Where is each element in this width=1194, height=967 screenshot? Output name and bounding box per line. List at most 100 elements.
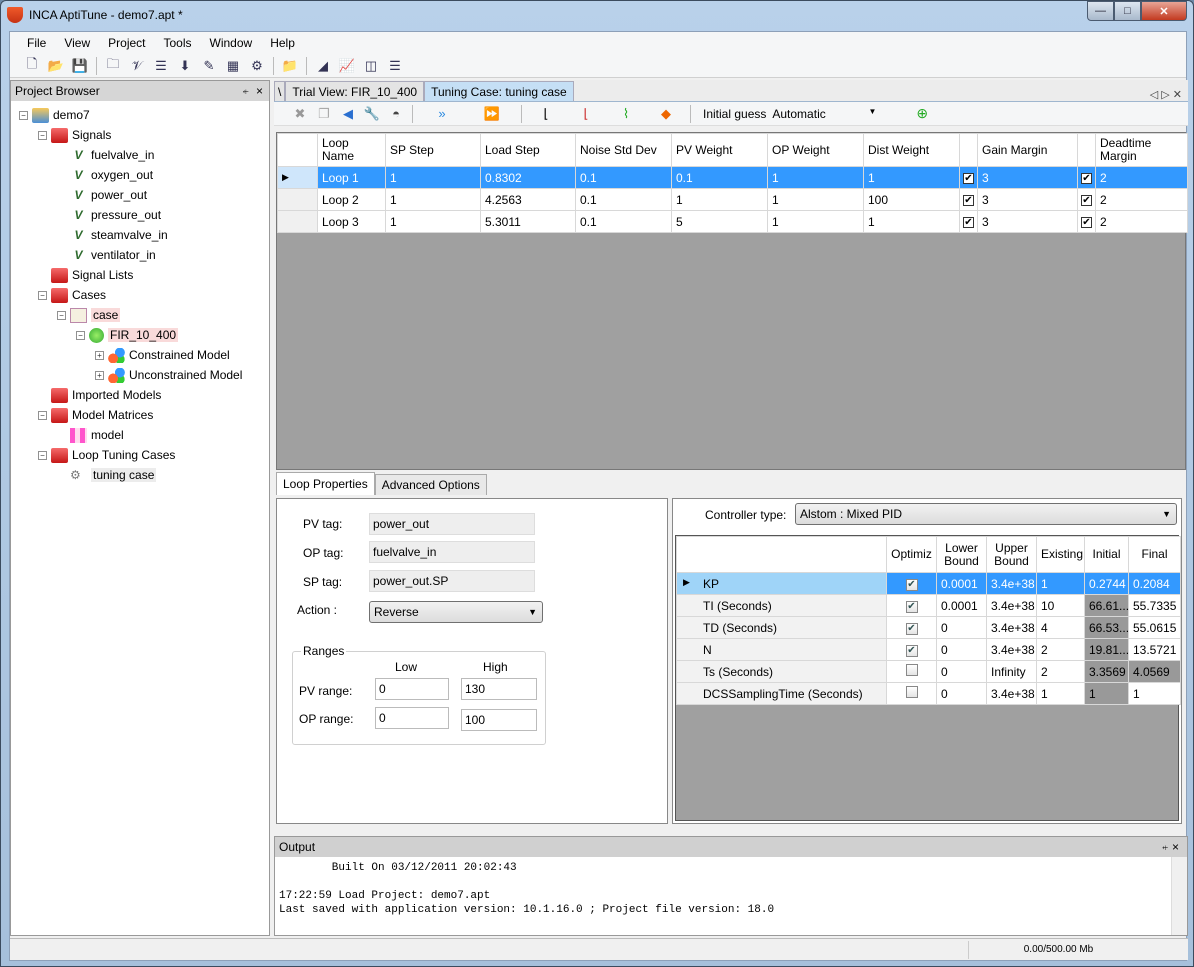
- menu-file[interactable]: File: [18, 36, 55, 50]
- lower-cell[interactable]: 0: [936, 638, 987, 661]
- lower-cell[interactable]: 0.0001: [936, 594, 987, 617]
- checkbox-cell[interactable]: ✔: [1077, 166, 1096, 189]
- table-cell[interactable]: 5.3011: [480, 210, 576, 233]
- checkbox[interactable]: ✔: [963, 172, 974, 184]
- table-cell[interactable]: 2: [1095, 166, 1188, 189]
- checkbox[interactable]: ✔: [963, 216, 974, 228]
- pv-range-high-input[interactable]: 130: [461, 678, 537, 700]
- row-header[interactable]: ▶: [277, 166, 318, 189]
- row-header[interactable]: [277, 188, 318, 211]
- lower-cell[interactable]: 0: [936, 660, 987, 683]
- tree-item-oxygen-out[interactable]: Voxygen_out: [11, 165, 269, 185]
- checkbox[interactable]: ✔: [1081, 216, 1092, 228]
- tools-icon[interactable]: ✖: [288, 103, 312, 125]
- parameter-row[interactable]: N ✔ 0 3.4e+38 2 19.81... 13.5721: [676, 638, 1181, 661]
- column-header[interactable]: Dist Weight: [863, 133, 960, 167]
- tab-loop-properties[interactable]: Loop Properties: [276, 472, 375, 495]
- tree-item-fir-10-400[interactable]: − FIR_10_400: [11, 325, 269, 345]
- output-scrollbar[interactable]: [1171, 857, 1187, 935]
- table-cell[interactable]: 2: [1095, 188, 1188, 211]
- upper-cell[interactable]: 3.4e+38: [986, 682, 1037, 705]
- list-icon[interactable]: ☰: [149, 55, 173, 77]
- copy-icon[interactable]: ❐: [312, 103, 336, 125]
- column-header[interactable]: [959, 133, 978, 167]
- gears-icon[interactable]: ⚙: [245, 55, 269, 77]
- table-cell[interactable]: 0.8302: [480, 166, 576, 189]
- checkbox[interactable]: ✔: [1081, 172, 1092, 184]
- upper-cell[interactable]: 3.4e+38: [986, 638, 1037, 661]
- wrench-icon[interactable]: 🔧: [360, 103, 384, 125]
- import-icon[interactable]: ⬇: [173, 55, 197, 77]
- case-icon[interactable]: ✎: [197, 55, 221, 77]
- expand-toggle-icon[interactable]: +: [95, 370, 104, 380]
- tree-item-imported-models[interactable]: Imported Models: [11, 385, 269, 405]
- upper-cell[interactable]: Infinity: [986, 660, 1037, 683]
- optimize-cell[interactable]: [886, 660, 937, 683]
- table-cell[interactable]: 0.1: [575, 188, 672, 211]
- upper-cell[interactable]: 3.4e+38: [986, 616, 1037, 639]
- checkbox[interactable]: ✔: [963, 194, 974, 206]
- tab-scroll-left[interactable]: \: [274, 81, 286, 101]
- pv-range-low-input[interactable]: 0: [375, 678, 449, 700]
- upper-cell[interactable]: 3.4e+38: [986, 572, 1037, 595]
- table-row[interactable]: Loop 2 1 4.2563 0.1 1 1 100 ✔ 3 ✔ 2: [277, 188, 1188, 211]
- step-response-icon[interactable]: ⌊: [526, 103, 566, 125]
- op-range-low-input[interactable]: 0: [375, 707, 449, 729]
- table-cell[interactable]: 3: [977, 166, 1078, 189]
- chart-icon[interactable]: 📈: [335, 55, 359, 77]
- checkbox-cell[interactable]: ✔: [959, 166, 978, 189]
- lower-cell[interactable]: 0: [936, 682, 987, 705]
- column-header[interactable]: OP Weight: [767, 133, 864, 167]
- optimize-checkbox[interactable]: [905, 686, 918, 698]
- column-header[interactable]: Noise Std Dev: [575, 133, 672, 167]
- parameter-row[interactable]: ▶ KP ✔ 0.0001 3.4e+38 1 0.2744 0.2084: [676, 572, 1181, 595]
- tree-item-loop-tuning-cases[interactable]: − Loop Tuning Cases: [11, 445, 269, 465]
- tree-item-demo7[interactable]: − demo7: [11, 105, 269, 125]
- tab-trial-view[interactable]: Trial View: FIR_10_400: [285, 81, 425, 101]
- checkbox-cell[interactable]: ✔: [959, 210, 978, 233]
- lower-cell[interactable]: 0: [936, 616, 987, 639]
- column-header[interactable]: [676, 536, 887, 573]
- expand-toggle-icon[interactable]: −: [76, 330, 85, 340]
- add-icon[interactable]: ⊕: [916, 105, 928, 122]
- table-cell[interactable]: 1: [767, 188, 864, 211]
- table-cell[interactable]: 1: [385, 188, 481, 211]
- column-header[interactable]: Optimiz: [886, 536, 937, 573]
- margin-plot-icon[interactable]: ◆: [646, 103, 686, 125]
- new-file-icon[interactable]: 🗋: [20, 55, 44, 77]
- column-header[interactable]: Existing: [1036, 536, 1085, 573]
- menu-help[interactable]: Help: [261, 36, 304, 50]
- table-cell[interactable]: 100: [863, 188, 960, 211]
- table-cell[interactable]: 5: [671, 210, 768, 233]
- optimize-cell[interactable]: ✔: [886, 616, 937, 639]
- tree-item-pressure-out[interactable]: Vpressure_out: [11, 205, 269, 225]
- expand-toggle-icon[interactable]: −: [19, 110, 28, 120]
- tree-item-model-matrices[interactable]: − Model Matrices: [11, 405, 269, 425]
- column-header[interactable]: Lower Bound: [936, 536, 987, 573]
- tree-item-signal-lists[interactable]: Signal Lists: [11, 265, 269, 285]
- open-folder-icon[interactable]: 📂: [44, 55, 68, 77]
- table-row[interactable]: ▶ Loop 1 1 0.8302 0.1 0.1 1 1 ✔ 3 ✔ 2: [277, 166, 1188, 189]
- table-cell[interactable]: 1: [767, 210, 864, 233]
- op-range-high-input[interactable]: 100: [461, 709, 537, 731]
- action-select[interactable]: Reverse ▼: [369, 601, 543, 623]
- tab-advanced-options[interactable]: Advanced Options: [374, 474, 487, 495]
- optimize-checkbox[interactable]: [905, 664, 918, 676]
- expand-toggle-icon[interactable]: −: [38, 450, 47, 460]
- table-cell[interactable]: Loop 3: [317, 210, 386, 233]
- step-forward-icon[interactable]: »: [417, 103, 467, 125]
- column-header[interactable]: Final: [1128, 536, 1181, 573]
- close-window-button[interactable]: ✕: [1141, 1, 1187, 21]
- table-cell[interactable]: 3: [977, 188, 1078, 211]
- load-response-icon[interactable]: ⌊: [566, 103, 606, 125]
- column-header[interactable]: Gain Margin: [977, 133, 1078, 167]
- tab-navigation[interactable]: ◁ ▷ ✕: [1150, 88, 1188, 101]
- menu-window[interactable]: Window: [201, 36, 262, 50]
- column-header[interactable]: [1077, 133, 1096, 167]
- gauge-icon[interactable]: ◓: [384, 103, 408, 125]
- rows-icon[interactable]: ☰: [383, 55, 407, 77]
- menu-view[interactable]: View: [55, 36, 99, 50]
- fast-forward-icon[interactable]: ⏩: [467, 103, 517, 125]
- table-cell[interactable]: 2: [1095, 210, 1188, 233]
- optimize-cell[interactable]: ✔: [886, 572, 937, 595]
